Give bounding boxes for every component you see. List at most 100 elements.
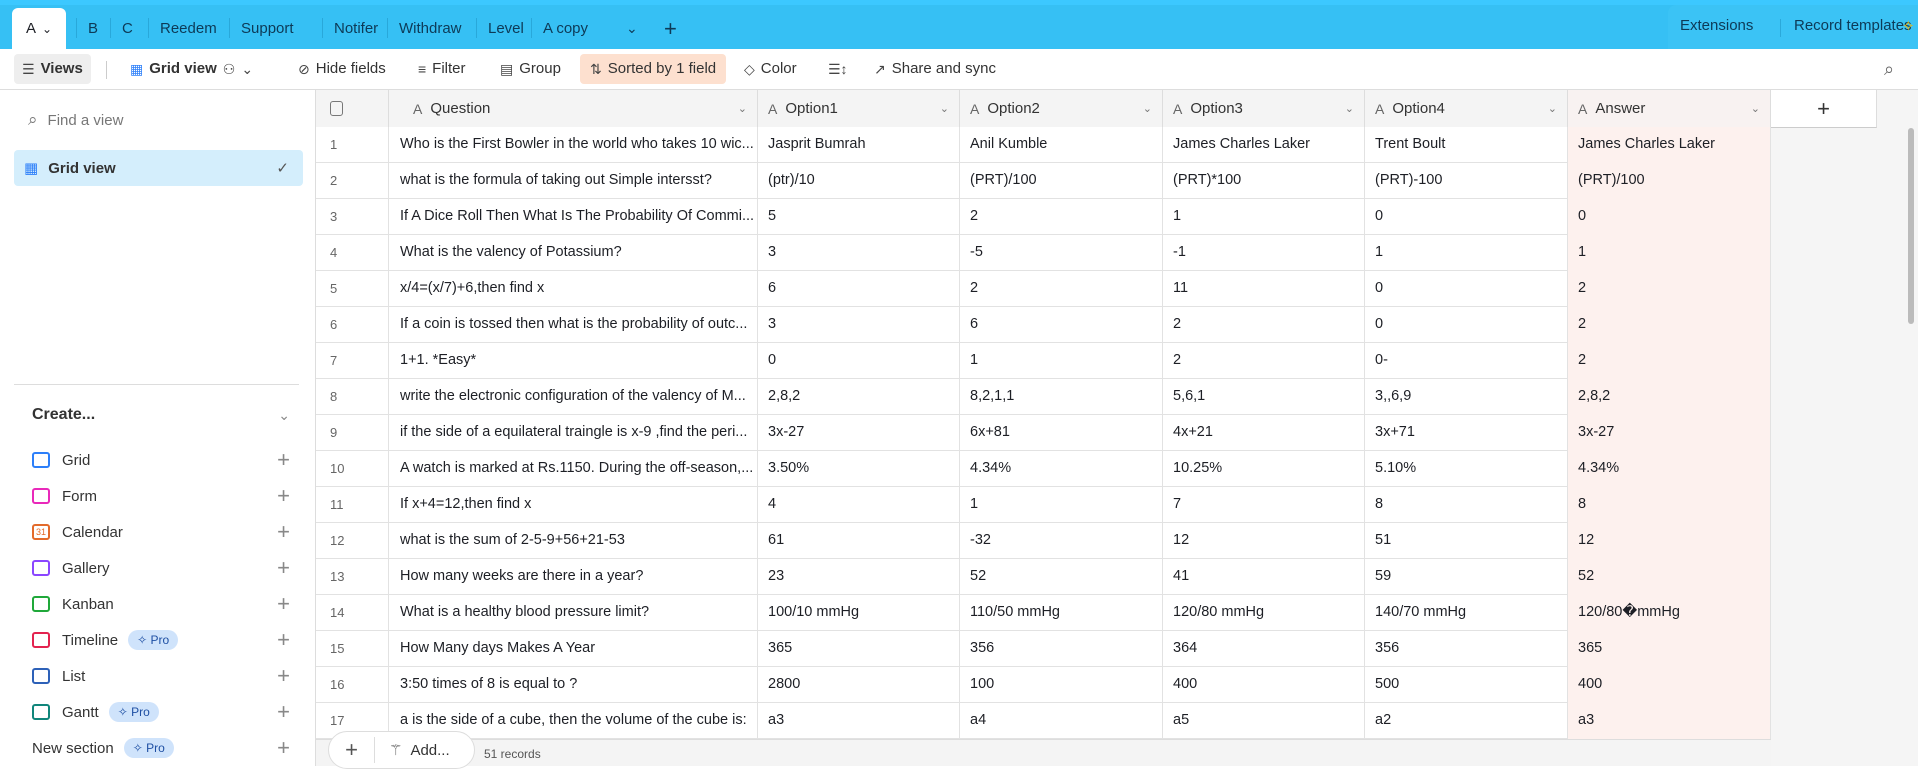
cell-option3[interactable]: 10.25% (1163, 451, 1365, 487)
create-timeline-view[interactable]: Timeline ✧ Pro + (32, 625, 290, 655)
cell-option2[interactable]: 100 (960, 667, 1163, 703)
group-button[interactable]: ▤ Group (492, 54, 569, 84)
cell-question[interactable]: x/4=(x/7)+6,then find x (389, 271, 758, 307)
plus-icon[interactable]: + (277, 735, 290, 761)
cell-option2[interactable]: 110/50 mmHg (960, 595, 1163, 631)
add-field-button[interactable]: + (1771, 90, 1877, 128)
cell-option2[interactable]: a4 (960, 703, 1163, 739)
cell-option4[interactable]: 3,,6,9 (1365, 379, 1568, 415)
cell-option3[interactable]: 2 (1163, 307, 1365, 343)
plus-icon[interactable]: + (277, 447, 290, 473)
tab-a[interactable]: A ⌄ (12, 8, 67, 49)
column-header-answer[interactable]: A Answer ⌄ (1568, 90, 1771, 128)
plus-icon[interactable]: + (277, 627, 290, 653)
cell-option4[interactable]: 0- (1365, 343, 1568, 379)
cell-option2[interactable]: 356 (960, 631, 1163, 667)
select-all-checkbox[interactable] (330, 101, 343, 116)
cell-question[interactable]: What is the valency of Potassium? (389, 235, 758, 271)
table-row[interactable]: 3 If A Dice Roll Then What Is The Probabi… (316, 199, 1771, 235)
cell-option1[interactable]: 3 (758, 235, 960, 271)
add-record-button[interactable]: + (329, 737, 375, 763)
table-row[interactable]: 15 How Many days Makes A Year 365 356 364 356… (316, 631, 1771, 667)
tab-notifer[interactable]: Notifer (324, 8, 388, 49)
views-button[interactable]: ☰ Views (14, 54, 91, 84)
table-row[interactable]: 7 1+1. *Easy* 0 1 2 0- 2 (316, 343, 1771, 379)
cell-question[interactable]: write the electronic configuration of th… (389, 379, 758, 415)
tab-a-copy[interactable]: A copy (533, 8, 598, 49)
cell-option3[interactable]: 12 (1163, 523, 1365, 559)
table-row[interactable]: 16 3:50 times of 8 is equal to ? 2800 100 40… (316, 667, 1771, 703)
cell-option2[interactable]: 2 (960, 271, 1163, 307)
cell-option3[interactable]: 2 (1163, 343, 1365, 379)
table-row[interactable]: 10 A watch is marked at Rs.1150. During t… (316, 451, 1771, 487)
table-row[interactable]: 4 What is the valency of Potassium? 3 -5 -1 1… (316, 235, 1771, 271)
cell-question[interactable]: Who is the First Bowler in the world who… (389, 127, 758, 163)
create-grid-view[interactable]: Grid + (32, 445, 290, 475)
sidebar-view-grid[interactable]: ▦ Grid view ✓ (14, 150, 303, 186)
cell-question[interactable]: A watch is marked at Rs.1150. During the… (389, 451, 758, 487)
chevron-down-icon[interactable]: ⌄ (940, 102, 949, 115)
row-height-button[interactable]: ☰↕ (820, 54, 856, 84)
cell-option2[interactable]: (PRT)/100 (960, 163, 1163, 199)
cell-answer[interactable]: 52 (1568, 559, 1771, 595)
table-row[interactable]: 9 if the side of a equilateral traingle i… (316, 415, 1771, 451)
cell-option1[interactable]: 3x-27 (758, 415, 960, 451)
plus-icon[interactable]: + (277, 699, 290, 725)
cell-answer[interactable]: (PRT)/100 (1568, 163, 1771, 199)
cell-option3[interactable]: -1 (1163, 235, 1365, 271)
share-sync-button[interactable]: ↗ Share and sync (866, 54, 1004, 84)
more-tabs-chevron-icon[interactable]: ⌄ (616, 8, 648, 49)
cell-option4[interactable]: 140/70 mmHg (1365, 595, 1568, 631)
cell-option3[interactable]: 1 (1163, 199, 1365, 235)
cell-option1[interactable]: 4 (758, 487, 960, 523)
cell-option3[interactable]: 5,6,1 (1163, 379, 1365, 415)
column-header-option1[interactable]: A Option1 ⌄ (758, 90, 960, 128)
sort-button[interactable]: ⇅ Sorted by 1 field (580, 54, 727, 84)
cell-option3[interactable]: 120/80 mmHg (1163, 595, 1365, 631)
cell-option2[interactable]: 1 (960, 487, 1163, 523)
tab-c[interactable]: C (112, 8, 143, 49)
cell-option4[interactable]: 3x+71 (1365, 415, 1568, 451)
find-view-input[interactable]: ⌕ Find a view (28, 102, 317, 138)
cell-option4[interactable]: Trent Boult (1365, 127, 1568, 163)
hide-fields-button[interactable]: ⊘ Hide fields (290, 54, 394, 84)
cell-option2[interactable]: -5 (960, 235, 1163, 271)
cell-answer[interactable]: 2 (1568, 271, 1771, 307)
plus-icon[interactable]: + (277, 591, 290, 617)
cell-option4[interactable]: a2 (1365, 703, 1568, 739)
record-templates-button[interactable]: Record templates (1794, 17, 1912, 34)
cell-option2[interactable]: 6x+81 (960, 415, 1163, 451)
cell-answer[interactable]: 0 (1568, 199, 1771, 235)
table-row[interactable]: 13 How many weeks are there in a year? 23 5… (316, 559, 1771, 595)
cell-option3[interactable]: 364 (1163, 631, 1365, 667)
cell-question[interactable]: what is the formula of taking out Simple… (389, 163, 758, 199)
table-row[interactable]: 5 x/4=(x/7)+6,then find x 6 2 11 0 2 (316, 271, 1771, 307)
cell-option4[interactable]: 0 (1365, 271, 1568, 307)
cell-option2[interactable]: 1 (960, 343, 1163, 379)
filter-button[interactable]: ≡ Filter (410, 54, 474, 84)
cell-option1[interactable]: 3.50% (758, 451, 960, 487)
table-row[interactable]: 2 what is the formula of taking out Simpl… (316, 163, 1771, 199)
cell-option2[interactable]: -32 (960, 523, 1163, 559)
add-table-plus-icon[interactable]: + (654, 8, 687, 49)
cell-option1[interactable]: 3 (758, 307, 960, 343)
cell-question[interactable]: 3:50 times of 8 is equal to ? (389, 667, 758, 703)
table-row[interactable]: 12 what is the sum of 2-5-9+56+21-53 61 -32… (316, 523, 1771, 559)
table-row[interactable]: 14 What is a healthy blood pressure limit… (316, 595, 1771, 631)
cell-question[interactable]: what is the sum of 2-5-9+56+21-53 (389, 523, 758, 559)
chevron-down-icon[interactable]: ⌄ (1345, 102, 1354, 115)
vertical-scrollbar[interactable] (1908, 128, 1914, 324)
cell-answer[interactable]: 120/80�mmHg (1568, 595, 1771, 631)
cell-answer[interactable]: 365 (1568, 631, 1771, 667)
plus-icon[interactable]: + (277, 519, 290, 545)
cell-question[interactable]: What is a healthy blood pressure limit? (389, 595, 758, 631)
plus-icon[interactable]: + (277, 555, 290, 581)
plus-icon[interactable]: + (277, 483, 290, 509)
table-row[interactable]: 17 a is the side of a cube, then the volu… (316, 703, 1771, 739)
cell-answer[interactable]: 4.34% (1568, 451, 1771, 487)
table-row[interactable]: 8 write the electronic configuration of t… (316, 379, 1771, 415)
cell-option4[interactable]: 0 (1365, 307, 1568, 343)
cell-option4[interactable]: (PRT)-100 (1365, 163, 1568, 199)
cell-option4[interactable]: 500 (1365, 667, 1568, 703)
cell-option3[interactable]: (PRT)*100 (1163, 163, 1365, 199)
